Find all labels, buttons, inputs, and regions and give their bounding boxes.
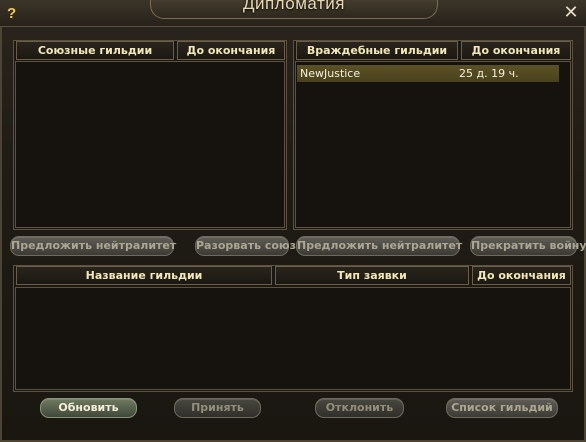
allied-guilds-list[interactable]	[15, 61, 285, 228]
accept-button[interactable]: Принять	[174, 398, 261, 418]
guild-list-button[interactable]: Список гильдий	[446, 398, 558, 418]
allied-time-header[interactable]: До окончания	[177, 41, 285, 60]
allied-propose-neutral-button[interactable]: Предложить нейтралитет	[10, 236, 176, 256]
request-time-header[interactable]: До окончания	[472, 266, 571, 285]
allied-guilds-header[interactable]: Союзные гильдии	[16, 41, 174, 60]
hostile-guilds-list	[295, 61, 571, 228]
hostile-time-header[interactable]: До окончания	[461, 41, 571, 60]
request-type-header[interactable]: Тип заявки	[275, 266, 469, 285]
decline-button[interactable]: Отклонить	[315, 398, 404, 418]
window-title: Дипломатия	[242, 0, 346, 13]
hostile-guild-time: 25 д. 19 ч.	[459, 67, 519, 80]
question-mark-icon[interactable]: ?	[7, 6, 23, 22]
refresh-button[interactable]: Обновить	[40, 398, 137, 418]
request-guild-header[interactable]: Название гильдии	[16, 266, 272, 285]
hostile-guilds-header[interactable]: Враждебные гильдии	[296, 41, 458, 60]
break-alliance-button[interactable]: Разорвать союз	[195, 236, 296, 256]
hostile-guild-name: NewJustice	[300, 67, 361, 80]
close-icon[interactable]: ✕	[561, 3, 581, 23]
hostile-propose-neutral-button[interactable]: Предложить нейтралитет	[296, 236, 462, 256]
requests-list[interactable]	[15, 287, 571, 390]
stop-war-button[interactable]: Прекратить войну	[470, 236, 586, 256]
